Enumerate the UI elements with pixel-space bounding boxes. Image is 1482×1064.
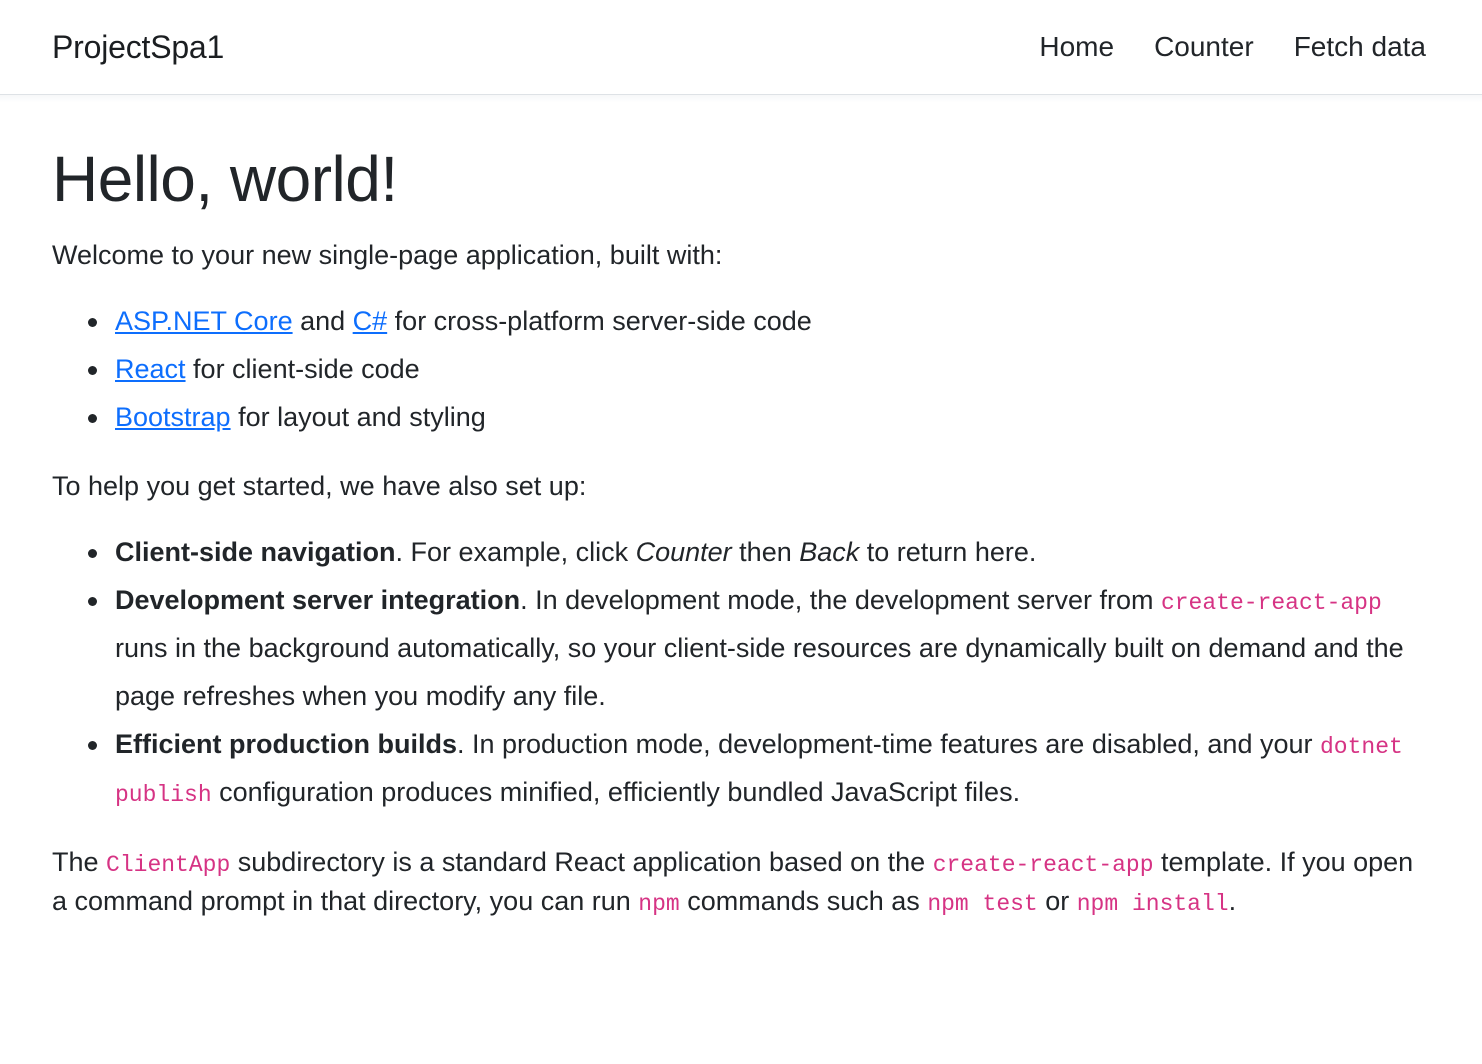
list-item: Bootstrap for layout and styling xyxy=(88,393,1430,441)
text-and: and xyxy=(292,305,353,336)
list-item: React for client-side code xyxy=(88,345,1430,393)
navbar-brand[interactable]: ProjectSpa1 xyxy=(52,31,224,63)
feature-title-efficient-production-builds: Efficient production builds xyxy=(115,729,457,760)
nav-link-home[interactable]: Home xyxy=(1039,33,1114,61)
closing-paragraph: The ClientApp subdirectory is a standard… xyxy=(52,843,1430,922)
feature-title-client-side-navigation: Client-side navigation xyxy=(115,537,396,568)
feature-text: configuration produces minified, efficie… xyxy=(211,777,1021,808)
closing-text: . xyxy=(1228,885,1237,916)
main-navigation: Home Counter Fetch data xyxy=(1039,33,1430,61)
link-aspnet-core[interactable]: ASP.NET Core xyxy=(115,306,293,336)
closing-text: subdirectory is a standard React applica… xyxy=(230,846,933,877)
navbar-shadow xyxy=(0,95,1482,103)
features-list: Client-side navigation. For example, cli… xyxy=(52,528,1430,816)
text-client-side: for client-side code xyxy=(185,353,420,384)
nav-link-fetch-data[interactable]: Fetch data xyxy=(1294,33,1426,61)
link-csharp[interactable]: C# xyxy=(353,306,388,336)
list-item: Client-side navigation. For example, cli… xyxy=(88,528,1430,576)
code-create-react-app: create-react-app xyxy=(932,851,1154,878)
list-item: ASP.NET Core and C# for cross-platform s… xyxy=(88,297,1430,345)
built-with-list: ASP.NET Core and C# for cross-platform s… xyxy=(52,297,1430,441)
feature-title-development-server-integration: Development server integration xyxy=(115,585,521,616)
code-create-react-app: create-react-app xyxy=(1160,590,1382,617)
closing-text: commands such as xyxy=(679,885,928,916)
code-npm-install: npm install xyxy=(1076,890,1229,917)
emphasis-back: Back xyxy=(799,537,860,568)
top-navbar: ProjectSpa1 Home Counter Fetch data xyxy=(0,0,1482,95)
text-layout-styling: for layout and styling xyxy=(230,402,486,433)
text-server-side: for cross-platform server-side code xyxy=(387,305,812,336)
closing-text: The xyxy=(52,846,107,877)
code-clientapp: ClientApp xyxy=(106,851,231,878)
feature-text: runs in the background automatically, so… xyxy=(115,633,1404,712)
nav-link-counter[interactable]: Counter xyxy=(1154,33,1254,61)
closing-text: or xyxy=(1037,885,1077,916)
page-content: Hello, world! Welcome to your new single… xyxy=(0,141,1482,922)
intro-paragraph: Welcome to your new single-page applicat… xyxy=(52,239,723,270)
link-react[interactable]: React xyxy=(115,354,186,384)
page-title: Hello, world! xyxy=(52,143,398,215)
emphasis-counter: Counter xyxy=(635,537,732,568)
feature-text: . In development mode, the development s… xyxy=(520,585,1161,616)
feature-text: . In production mode, development-time f… xyxy=(456,729,1320,760)
link-bootstrap[interactable]: Bootstrap xyxy=(115,402,231,432)
feature-text: then xyxy=(731,537,800,568)
feature-text: to return here. xyxy=(859,537,1037,568)
setup-intro-paragraph: To help you get started, we have also se… xyxy=(52,471,587,502)
code-npm: npm xyxy=(638,890,680,917)
code-npm-test: npm test xyxy=(927,890,1038,917)
list-item: Efficient production builds. In producti… xyxy=(88,720,1430,816)
feature-text: . For example, click xyxy=(395,537,636,568)
list-item: Development server integration. In devel… xyxy=(88,576,1430,720)
